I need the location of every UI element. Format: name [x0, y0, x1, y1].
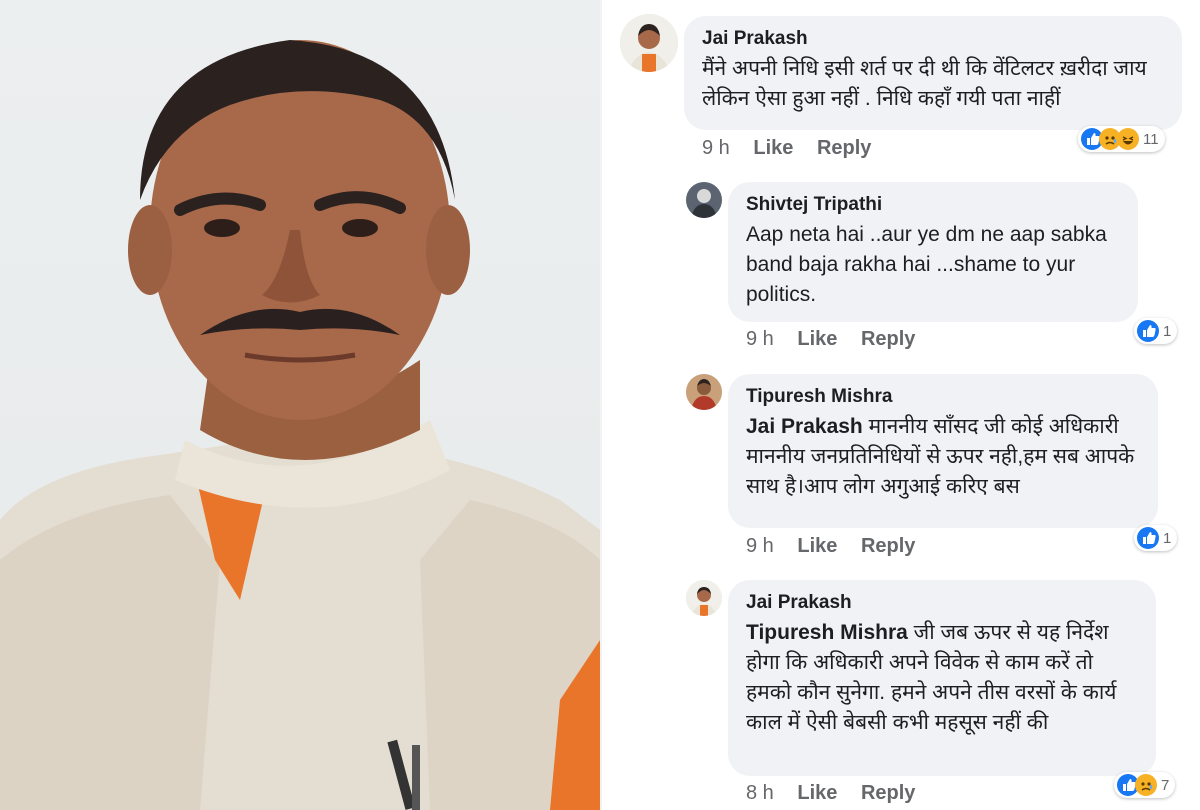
- politician-photo: [0, 0, 600, 810]
- comment-text: Jai Prakash माननीय साँसद जी कोई अधिकारी …: [746, 412, 1140, 502]
- comment-author[interactable]: Jai Prakash: [746, 592, 1138, 614]
- comment-bubble: Tipuresh Mishra Jai Prakash माननीय साँसद…: [728, 374, 1158, 528]
- reaction-count: 11: [1143, 130, 1159, 148]
- avatar[interactable]: [686, 580, 722, 616]
- comment-thread: Jai Prakash मैंने अपनी निधि इसी शर्त पर …: [602, 0, 1200, 810]
- reactions-summary[interactable]: 7: [1114, 772, 1176, 798]
- like-reaction-icon: [1137, 320, 1159, 342]
- reaction-count: 1: [1163, 529, 1172, 547]
- comment-timestamp[interactable]: 8 h: [746, 782, 774, 804]
- reactions-summary[interactable]: 1: [1134, 318, 1178, 344]
- like-button[interactable]: Like: [797, 535, 837, 557]
- comment-timestamp[interactable]: 9 h: [746, 535, 774, 557]
- reactions-summary[interactable]: 1: [1134, 525, 1178, 551]
- profile-picture-icon: [620, 14, 678, 72]
- avatar[interactable]: [686, 182, 722, 218]
- profile-picture-icon: [686, 374, 722, 410]
- comment-bubble: Jai Prakash Tipuresh Mishra जी जब ऊपर से…: [728, 580, 1156, 776]
- comment-timestamp[interactable]: 9 h: [746, 328, 774, 350]
- reaction-count: 1: [1163, 322, 1172, 340]
- like-reaction-icon: [1137, 527, 1159, 549]
- comment-author[interactable]: Shivtej Tripathi: [746, 194, 1120, 216]
- like-button[interactable]: Like: [753, 137, 793, 159]
- portrait-illustration: [0, 40, 600, 810]
- reactions-summary[interactable]: 11: [1078, 126, 1165, 152]
- comment-actions: 9 h Like Reply: [702, 137, 889, 160]
- reply-button[interactable]: Reply: [861, 782, 915, 804]
- comment-author[interactable]: Jai Prakash: [702, 28, 1164, 50]
- comment-text: मैंने अपनी निधि इसी शर्त पर दी थी कि वें…: [702, 57, 1147, 110]
- like-button[interactable]: Like: [797, 328, 837, 350]
- reaction-count: 7: [1161, 776, 1170, 794]
- comment-bubble: Jai Prakash मैंने अपनी निधि इसी शर्त पर …: [684, 16, 1182, 130]
- reply-button[interactable]: Reply: [861, 535, 915, 557]
- reply-button[interactable]: Reply: [817, 137, 871, 159]
- sad-reaction-icon: [1135, 774, 1157, 796]
- profile-picture-icon: [686, 182, 722, 218]
- avatar[interactable]: [686, 374, 722, 410]
- haha-reaction-icon: [1117, 128, 1139, 150]
- comment-actions: 9 h Like Reply: [746, 535, 933, 558]
- comment-timestamp[interactable]: 9 h: [702, 137, 730, 159]
- comment-author[interactable]: Tipuresh Mishra: [746, 386, 1140, 408]
- comment-actions: 9 h Like Reply: [746, 328, 933, 351]
- reply-button[interactable]: Reply: [861, 328, 915, 350]
- mention-link[interactable]: Jai Prakash: [746, 415, 863, 438]
- profile-picture-icon: [686, 580, 722, 616]
- comment-actions: 8 h Like Reply: [746, 782, 933, 805]
- mention-link[interactable]: Tipuresh Mishra: [746, 621, 908, 644]
- like-button[interactable]: Like: [797, 782, 837, 804]
- comment-bubble: Shivtej Tripathi Aap neta hai ..aur ye d…: [728, 182, 1138, 322]
- comment-text: Tipuresh Mishra जी जब ऊपर से यह निर्देश …: [746, 618, 1138, 738]
- avatar[interactable]: [620, 14, 678, 72]
- comment-text: Aap neta hai ..aur ye dm ne aap sabka ba…: [746, 223, 1107, 306]
